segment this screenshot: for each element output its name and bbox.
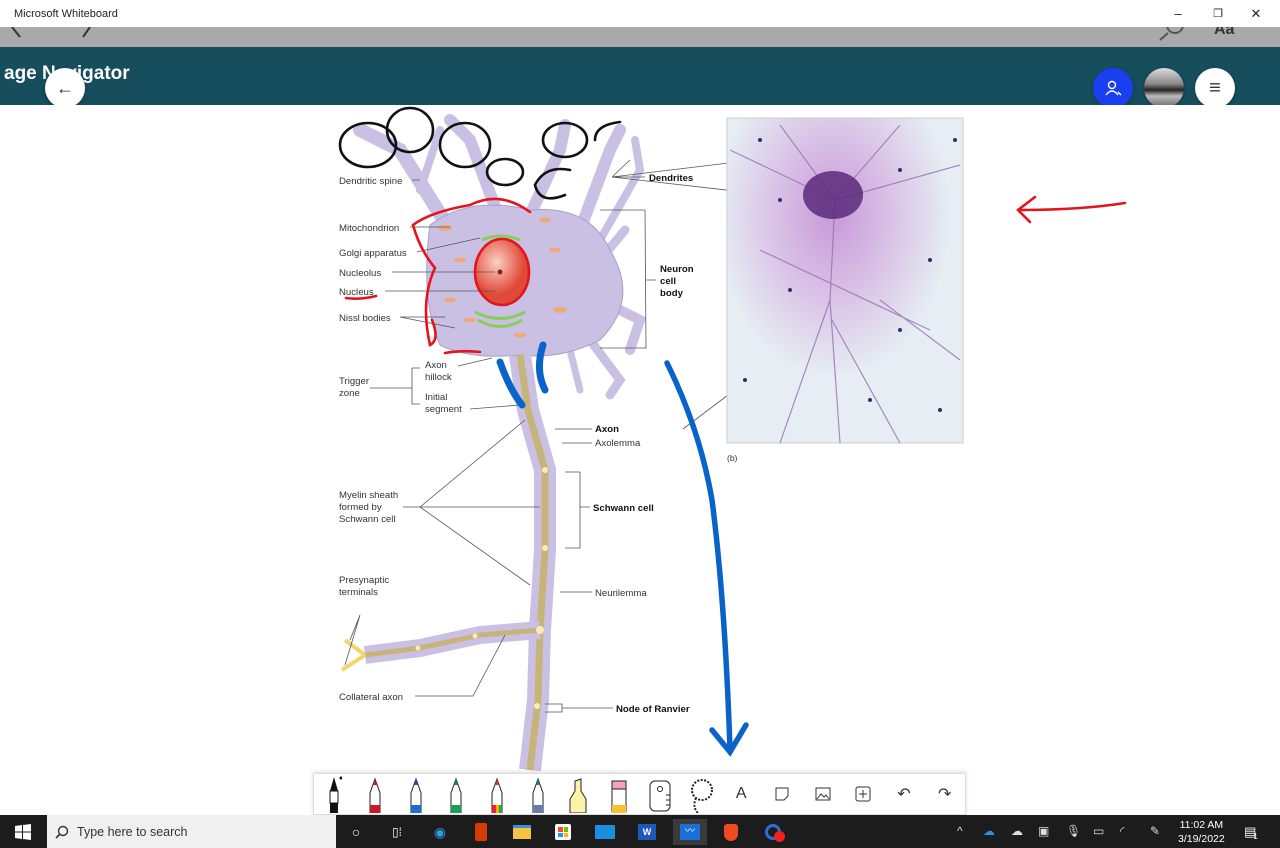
back-button[interactable]: ← — [45, 68, 85, 108]
lasso-tool[interactable] — [680, 773, 721, 815]
window-title: Microsoft Whiteboard — [14, 8, 118, 20]
whiteboard-canvas[interactable] — [0, 105, 1280, 815]
store-app[interactable] — [550, 819, 576, 845]
menu-button[interactable]: ≡ — [1195, 68, 1235, 108]
eraser-tool[interactable] — [599, 773, 640, 815]
clock[interactable]: 11:02 AM 3/19/2022 — [1178, 818, 1225, 846]
task-view-button[interactable]: ▯⁞ — [384, 819, 410, 845]
minimize-button[interactable]: – — [1163, 4, 1193, 24]
word-app[interactable]: W — [634, 819, 660, 845]
display-icon[interactable]: ▣ — [1038, 824, 1049, 838]
sticky-note-icon — [775, 787, 789, 801]
title-bar: Microsoft Whiteboard – ❐ ✕ — [0, 0, 1280, 27]
date: 3/19/2022 — [1178, 833, 1225, 845]
restore-button[interactable]: ❐ — [1203, 4, 1233, 24]
share-button[interactable] — [1093, 68, 1133, 108]
image-tool[interactable] — [802, 773, 843, 815]
edge-app[interactable]: ◉ — [427, 819, 453, 845]
search-placeholder: Type here to search — [77, 824, 188, 839]
onedrive-icon[interactable]: ☁ — [983, 824, 995, 838]
brave-app[interactable] — [718, 819, 744, 845]
ruler-tool[interactable] — [640, 773, 681, 815]
sticky-note-tool[interactable] — [762, 773, 803, 815]
windows-taskbar: Type here to search ○ ▯⁞ ◉ W 〰 ^ ☁ ☁ ▣ 🎙… — [0, 815, 1280, 848]
highlighter-tool[interactable] — [558, 773, 599, 815]
screen-recorder-app[interactable] — [760, 819, 786, 845]
search-icon — [55, 825, 69, 839]
redo-button[interactable]: ↷ — [924, 773, 965, 815]
notification-count: 1 — [1253, 831, 1258, 841]
mail-app[interactable] — [592, 819, 618, 845]
blue-pen-tool[interactable] — [395, 773, 436, 815]
text-tool[interactable]: A — [721, 773, 762, 815]
windows-logo-icon — [15, 824, 31, 840]
time: 11:02 AM — [1179, 819, 1224, 831]
office-app[interactable] — [468, 819, 494, 845]
image-icon — [815, 787, 831, 801]
undo-button[interactable]: ↶ — [884, 773, 925, 815]
taskbar-search[interactable]: Type here to search — [47, 815, 336, 848]
insert-button[interactable] — [843, 773, 884, 815]
battery-icon[interactable]: ▭ — [1093, 824, 1104, 838]
nav-chevrons-icon — [11, 27, 91, 38]
user-avatar[interactable] — [1144, 68, 1184, 108]
search-icon — [1166, 27, 1184, 34]
red-pen-tool[interactable] — [355, 773, 396, 815]
start-button[interactable] — [10, 819, 36, 845]
inking-toolbar: A ↶ ↷ — [313, 773, 966, 815]
pen-icon[interactable]: ✎ — [1150, 824, 1160, 838]
whiteboard-app[interactable]: 〰 — [673, 819, 707, 845]
file-explorer-app[interactable] — [509, 819, 535, 845]
show-hidden-icons[interactable]: ^ — [957, 824, 963, 838]
rainbow-pen-tool[interactable] — [477, 773, 518, 815]
person-add-icon — [1105, 80, 1122, 96]
embedded-app-strip: Aa — [0, 27, 1280, 47]
onedrive-personal-icon[interactable]: ☁ — [1011, 824, 1023, 838]
page-header: age Navigator — [0, 47, 1280, 105]
notifications-button[interactable]: ▤ 1 — [1238, 819, 1264, 845]
black-pen-tool[interactable] — [314, 773, 355, 815]
plus-box-icon — [855, 786, 871, 802]
galaxy-pen-tool[interactable] — [517, 773, 558, 815]
microphone-icon[interactable]: 🎙 — [1066, 824, 1081, 838]
close-button[interactable]: ✕ — [1241, 4, 1271, 24]
font-icon: Aa — [1214, 27, 1235, 38]
cortana-button[interactable]: ○ — [343, 819, 369, 845]
green-pen-tool[interactable] — [436, 773, 477, 815]
wifi-icon[interactable]: ◜ — [1120, 824, 1125, 838]
